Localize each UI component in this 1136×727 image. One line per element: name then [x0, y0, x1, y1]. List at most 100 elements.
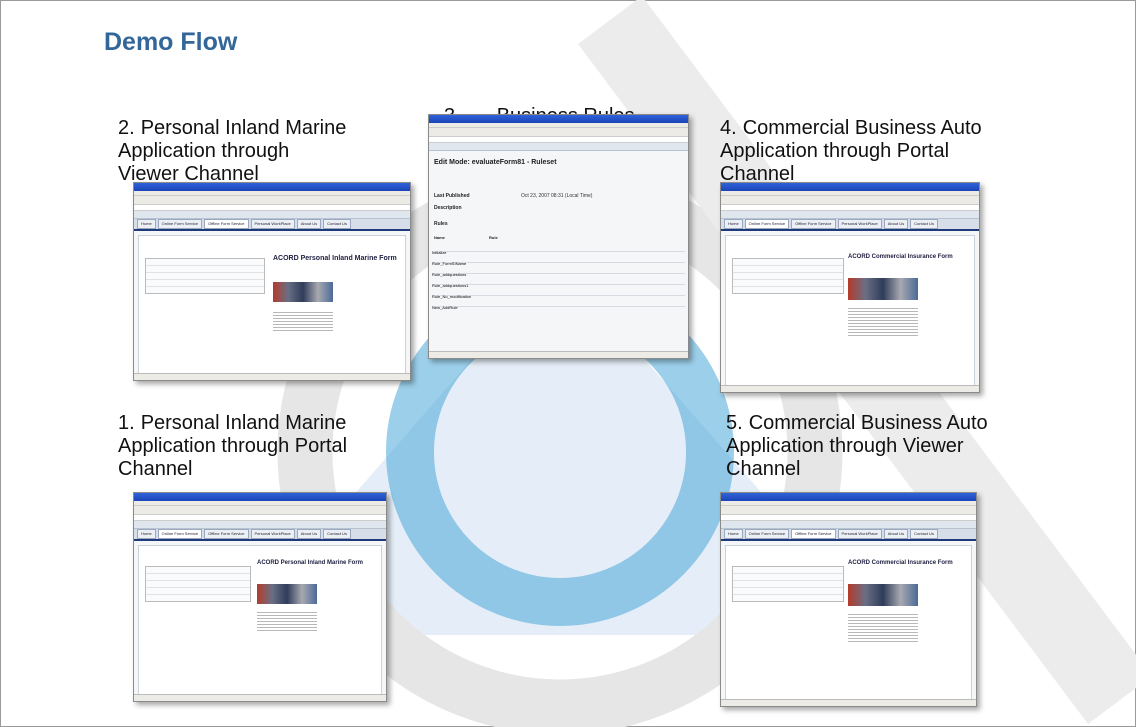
- window-titlebar: [134, 183, 410, 191]
- form-list: [145, 566, 251, 602]
- step-label: Commercial Business Auto Application thr…: [726, 412, 988, 480]
- rule-row: Rule_addquestions1: [432, 274, 685, 288]
- tab: Offline Form Service: [791, 529, 836, 539]
- step-5-caption: 5. Commercial Business Auto Application t…: [726, 389, 988, 481]
- window-titlebar: [134, 493, 386, 501]
- tab: Home: [137, 219, 156, 229]
- step-label: Personal Inland Marine Application throu…: [118, 117, 347, 185]
- tab: About Us: [296, 529, 322, 539]
- form-title: ACORD Personal Inland Marine Form: [257, 560, 364, 566]
- portal-tabs: Home Online Form Service Offline Form Se…: [134, 219, 410, 231]
- tab: Personal WorkPlace: [837, 529, 882, 539]
- tab: Home: [137, 529, 156, 539]
- form-title: ACORD Commercial Insurance Form: [848, 254, 953, 260]
- tab: Personal WorkPlace: [250, 529, 295, 539]
- rule-row: Rule_FormSIName: [432, 252, 685, 266]
- step-number: 4.: [720, 117, 737, 139]
- status-bar: [134, 373, 410, 380]
- rule-row: Rule_addquestions: [432, 263, 685, 277]
- rule-row: Rule_No_modification: [432, 285, 685, 299]
- tab: Online Form Service: [157, 219, 203, 229]
- portlet-area: ACORD Commercial Insurance Form: [725, 545, 972, 701]
- form-title: ACORD Commercial Insurance Form: [848, 560, 953, 566]
- rule-row: New_AddRule: [432, 296, 685, 310]
- trucks-photo: [257, 584, 317, 604]
- portal-tabs: Home Online Form Service Offline Form Se…: [134, 529, 386, 541]
- tab: Online Form Service: [744, 529, 790, 539]
- tab: Online Form Service: [744, 219, 790, 229]
- browser-toolbar: [134, 196, 410, 205]
- last-published-label: Last Published: [434, 193, 470, 199]
- tab: Personal WorkPlace: [250, 219, 295, 229]
- window-titlebar: [429, 115, 688, 123]
- screenshot-business-rules: Edit Mode: evaluateForm81 - Ruleset Last…: [428, 114, 689, 359]
- rules-nav-bar: [429, 143, 688, 151]
- step-4-caption: 4. Commercial Business Auto Application t…: [720, 94, 982, 186]
- step-label: Commercial Business Auto Application thr…: [720, 117, 982, 185]
- ruleset-header: Edit Mode: evaluateForm81 - Ruleset: [434, 159, 557, 166]
- window-titlebar: [721, 493, 976, 501]
- description-label: Description: [434, 205, 462, 211]
- tab: Contact Us: [910, 529, 938, 539]
- portlet-area: ACORD Personal Inland Marine Form: [138, 235, 406, 375]
- step-number: 2.: [118, 117, 135, 139]
- tab: Home: [724, 219, 743, 229]
- tab: Home: [724, 529, 743, 539]
- screenshot-commercial-viewer: Home Online Form Service Offline Form Se…: [720, 492, 977, 707]
- form-list: [732, 258, 844, 294]
- status-bar: [134, 694, 386, 701]
- tab: Offline Form Service: [204, 529, 249, 539]
- form-title: ACORD Personal Inland Marine Form: [273, 255, 397, 262]
- rule-row: Initialize: [432, 241, 685, 255]
- tab: Contact Us: [323, 529, 351, 539]
- step-2-caption: 2. Personal Inland Marine Application thr…: [118, 94, 346, 186]
- portal-nav-bar: [134, 521, 386, 529]
- window-titlebar: [721, 183, 979, 191]
- last-published-value: Oct 23, 2007 08:31 (Local Time): [521, 193, 593, 199]
- portal-nav-bar: [721, 211, 979, 219]
- column-rule: Rule: [489, 235, 498, 240]
- tab: About Us: [883, 219, 909, 229]
- portal-nav-bar: [134, 211, 410, 219]
- step-number: 1.: [118, 412, 135, 434]
- screenshot-personal-viewer: Home Online Form Service Offline Form Se…: [133, 182, 411, 381]
- screenshot-personal-portal: Home Online Form Service Offline Form Se…: [133, 492, 387, 702]
- portal-tabs: Home Online Form Service Offline Form Se…: [721, 219, 979, 231]
- tab: Contact Us: [323, 219, 351, 229]
- form-description: [273, 310, 333, 332]
- tab: Offline Form Service: [204, 219, 249, 229]
- form-list: [145, 258, 265, 294]
- browser-toolbar: [134, 506, 386, 515]
- browser-toolbar: [721, 506, 976, 515]
- rules-label: Rules: [434, 221, 448, 227]
- form-description: [848, 306, 918, 336]
- form-list: [732, 566, 844, 602]
- vehicles-photo: [848, 278, 918, 300]
- portlet-area: ACORD Personal Inland Marine Form: [138, 545, 382, 697]
- tab: Online Form Service: [157, 529, 203, 539]
- trucks-photo: [273, 282, 333, 302]
- column-name: Name: [434, 235, 445, 240]
- portal-tabs: Home Online Form Service Offline Form Se…: [721, 529, 976, 541]
- vehicles-photo: [848, 584, 918, 606]
- tab: Contact Us: [910, 219, 938, 229]
- slide-title: Demo Flow: [104, 28, 238, 56]
- tab: About Us: [296, 219, 322, 229]
- status-bar: [721, 699, 976, 706]
- tab: Personal WorkPlace: [837, 219, 882, 229]
- tab: Offline Form Service: [791, 219, 836, 229]
- browser-toolbar: [721, 196, 979, 205]
- form-description: [848, 612, 918, 642]
- browser-toolbar: [429, 128, 688, 137]
- tab: About Us: [883, 529, 909, 539]
- portal-nav-bar: [721, 521, 976, 529]
- step-number: 5.: [726, 412, 743, 434]
- status-bar: [429, 351, 688, 358]
- screenshot-commercial-portal: Home Online Form Service Offline Form Se…: [720, 182, 980, 393]
- form-description: [257, 610, 317, 632]
- rule-name: New_AddRule: [432, 305, 458, 310]
- step-label: Personal Inland Marine Application throu…: [118, 412, 348, 480]
- portlet-area: ACORD Commercial Insurance Form: [725, 235, 975, 387]
- status-bar: [721, 385, 979, 392]
- step-1-caption: 1. Personal Inland Marine Application thr…: [118, 389, 347, 481]
